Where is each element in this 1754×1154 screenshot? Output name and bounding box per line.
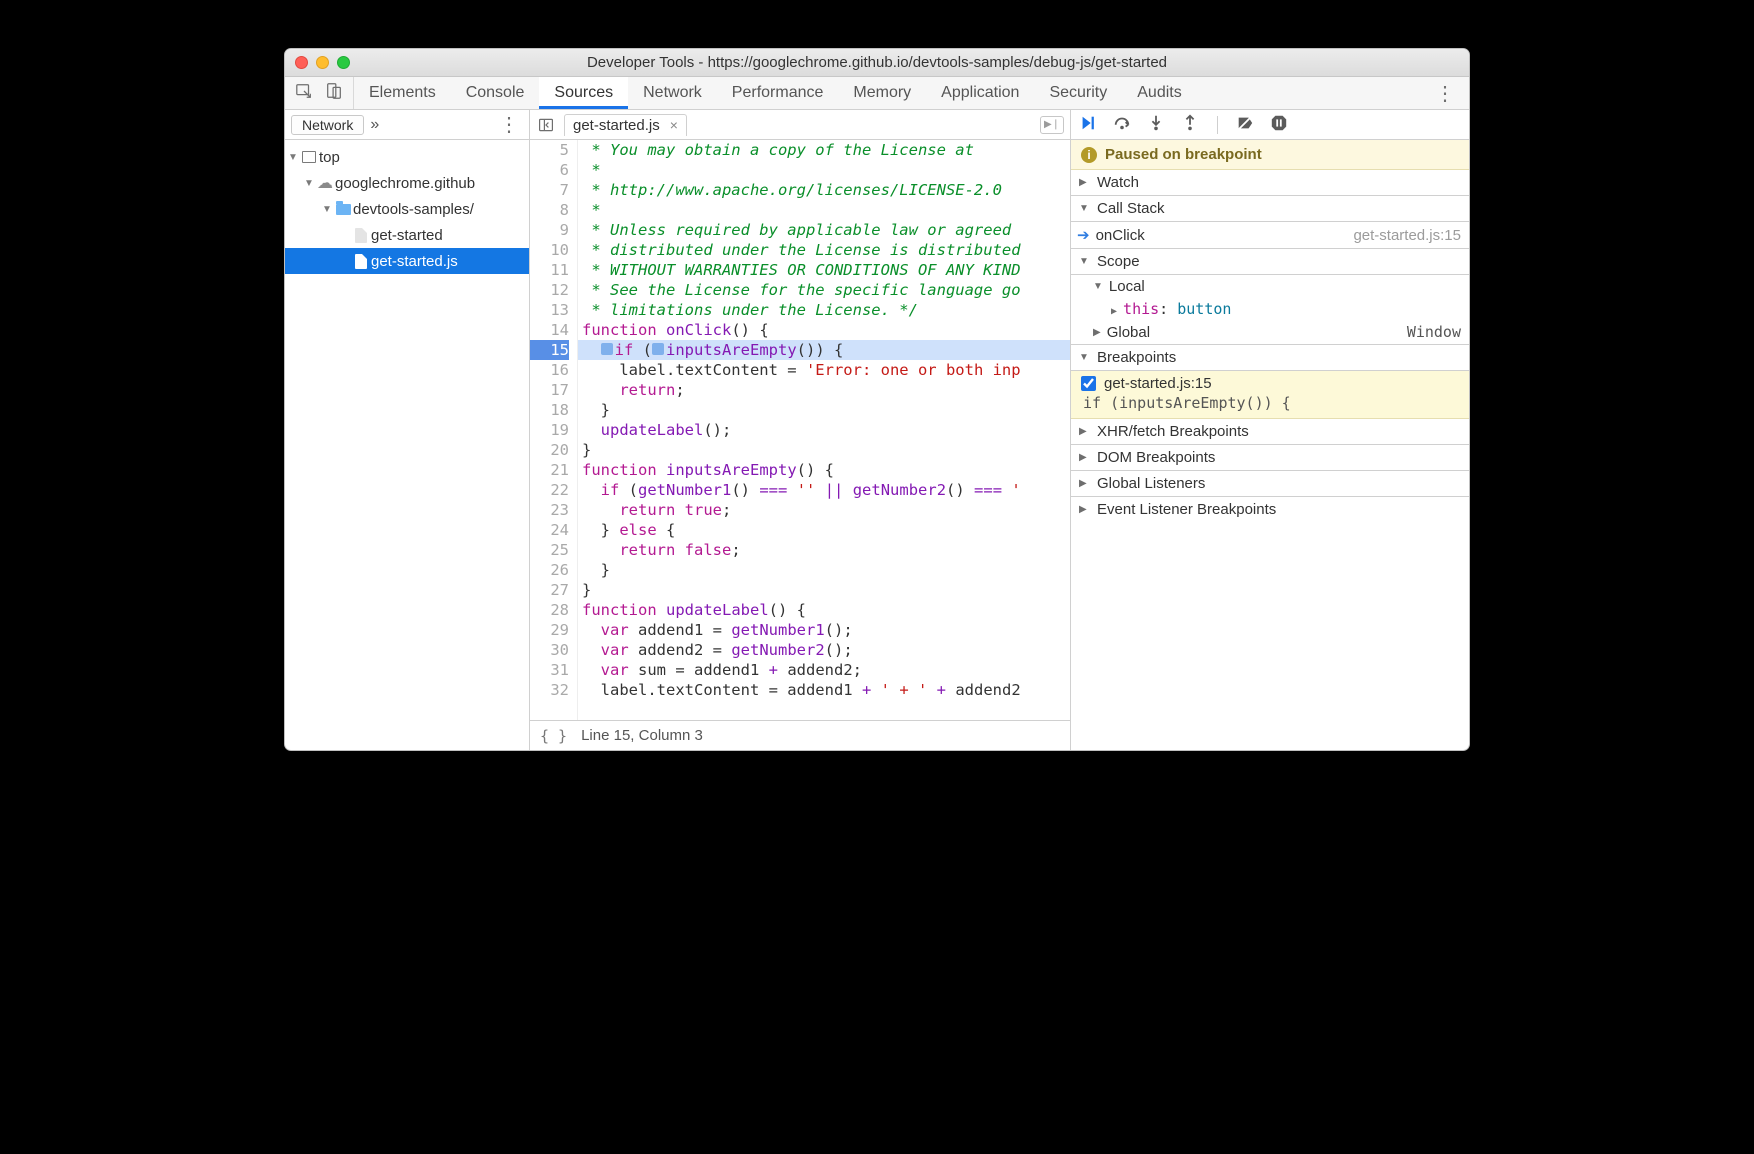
code-line[interactable]: * bbox=[578, 160, 1070, 180]
tab-network[interactable]: Network bbox=[628, 77, 717, 109]
minimize-icon[interactable] bbox=[316, 56, 329, 69]
event-listener-breakpoints-section[interactable]: ▶Event Listener Breakpoints bbox=[1071, 497, 1469, 522]
callstack-section[interactable]: ▼Call Stack bbox=[1071, 196, 1469, 222]
device-icon[interactable] bbox=[325, 82, 343, 104]
navigator-menu-icon[interactable]: ⋮ bbox=[495, 112, 523, 137]
window-title: Developer Tools - https://googlechrome.g… bbox=[285, 54, 1469, 71]
step-into-icon[interactable] bbox=[1147, 114, 1165, 136]
navigator-pane: Network » ⋮ ▼ top ▼ googlechrome.github … bbox=[285, 110, 530, 750]
code-line[interactable]: } bbox=[578, 580, 1070, 600]
tab-audits[interactable]: Audits bbox=[1122, 77, 1196, 109]
watch-section[interactable]: ▶Watch bbox=[1071, 170, 1469, 196]
tree-folder[interactable]: ▼ devtools-samples/ bbox=[285, 196, 529, 222]
tab-security[interactable]: Security bbox=[1034, 77, 1122, 109]
code-line[interactable]: * You may obtain a copy of the License a… bbox=[578, 140, 1070, 160]
pause-exceptions-icon[interactable] bbox=[1270, 114, 1288, 136]
file-tab[interactable]: get-started.js × bbox=[564, 114, 687, 136]
resume-icon[interactable] bbox=[1079, 114, 1097, 136]
code-line[interactable]: function updateLabel() { bbox=[578, 600, 1070, 620]
code-line[interactable]: return false; bbox=[578, 540, 1070, 560]
deactivate-breakpoints-icon[interactable] bbox=[1236, 114, 1254, 136]
more-menu-icon[interactable]: ⋮ bbox=[1421, 77, 1469, 109]
main-tabbar: ElementsConsoleSourcesNetworkPerformance… bbox=[285, 77, 1469, 110]
code-line[interactable]: } bbox=[578, 400, 1070, 420]
scope-section[interactable]: ▼Scope bbox=[1071, 249, 1469, 275]
scope-this[interactable]: ▶ this: button bbox=[1071, 298, 1469, 320]
close-icon[interactable] bbox=[295, 56, 308, 69]
code-line[interactable]: * bbox=[578, 200, 1070, 220]
code-line[interactable]: return true; bbox=[578, 500, 1070, 520]
info-icon: i bbox=[1081, 147, 1097, 163]
close-tab-icon[interactable]: × bbox=[666, 117, 682, 133]
tree-file-html[interactable]: get-started bbox=[285, 222, 529, 248]
xhr-breakpoints-section[interactable]: ▶XHR/fetch Breakpoints bbox=[1071, 419, 1469, 445]
code-line[interactable]: } bbox=[578, 440, 1070, 460]
code-line[interactable]: * Unless required by applicable law or a… bbox=[578, 220, 1070, 240]
code-line[interactable]: var addend1 = getNumber1(); bbox=[578, 620, 1070, 640]
network-tab[interactable]: Network bbox=[291, 115, 364, 135]
tree-origin[interactable]: ▼ googlechrome.github bbox=[285, 170, 529, 196]
tab-elements[interactable]: Elements bbox=[354, 77, 451, 109]
dom-breakpoints-section[interactable]: ▶DOM Breakpoints bbox=[1071, 445, 1469, 471]
frame-icon bbox=[302, 151, 316, 163]
tab-application[interactable]: Application bbox=[926, 77, 1034, 109]
tab-performance[interactable]: Performance bbox=[717, 77, 839, 109]
editor-status: { } Line 15, Column 3 bbox=[530, 720, 1070, 750]
file-icon bbox=[355, 228, 367, 243]
pretty-print-icon[interactable]: { } bbox=[540, 727, 567, 745]
code-line[interactable]: function inputsAreEmpty() { bbox=[578, 460, 1070, 480]
editor-pane: get-started.js × ▶❘ 56789101112131415161… bbox=[530, 110, 1071, 750]
debugger-pane: i Paused on breakpoint ▶Watch ▼Call Stac… bbox=[1071, 110, 1469, 750]
file-tree: ▼ top ▼ googlechrome.github ▼ devtools-s… bbox=[285, 140, 529, 750]
maximize-icon[interactable] bbox=[337, 56, 350, 69]
code-line[interactable]: function onClick() { bbox=[578, 320, 1070, 340]
tab-console[interactable]: Console bbox=[451, 77, 540, 109]
callstack-frame[interactable]: ➔ onClick get-started.js:15 bbox=[1071, 222, 1469, 249]
devtools-window: Developer Tools - https://googlechrome.g… bbox=[284, 48, 1470, 751]
global-listeners-section[interactable]: ▶Global Listeners bbox=[1071, 471, 1469, 497]
tab-sources[interactable]: Sources bbox=[539, 77, 628, 109]
scope-local[interactable]: ▼Local bbox=[1071, 275, 1469, 298]
code-line[interactable]: if (getNumber1() === '' || getNumber2() … bbox=[578, 480, 1070, 500]
run-snippet-icon[interactable]: ▶❘ bbox=[1040, 116, 1064, 134]
code-line[interactable]: if (inputsAreEmpty()) { bbox=[578, 340, 1070, 360]
traffic-lights bbox=[295, 56, 350, 69]
code-line[interactable]: } bbox=[578, 560, 1070, 580]
code-line[interactable]: * distributed under the License is distr… bbox=[578, 240, 1070, 260]
code-line[interactable]: updateLabel(); bbox=[578, 420, 1070, 440]
code-line[interactable]: * See the License for the specific langu… bbox=[578, 280, 1070, 300]
toggle-navigator-icon[interactable] bbox=[536, 115, 556, 135]
paused-banner: i Paused on breakpoint bbox=[1071, 140, 1469, 170]
current-frame-icon: ➔ bbox=[1077, 226, 1090, 244]
tree-top[interactable]: ▼ top bbox=[285, 144, 529, 170]
cloud-icon bbox=[315, 173, 335, 193]
code-line[interactable]: * limitations under the License. */ bbox=[578, 300, 1070, 320]
code-line[interactable]: var addend2 = getNumber2(); bbox=[578, 640, 1070, 660]
code-line[interactable]: label.textContent = addend1 + ' + ' + ad… bbox=[578, 680, 1070, 700]
navigator-more[interactable]: » bbox=[370, 116, 379, 134]
step-over-icon[interactable] bbox=[1113, 114, 1131, 136]
tree-file-js[interactable]: get-started.js bbox=[285, 248, 529, 274]
folder-icon bbox=[336, 204, 351, 215]
inspect-icon[interactable] bbox=[295, 82, 313, 104]
scope-global[interactable]: ▶GlobalWindow bbox=[1071, 320, 1469, 345]
code-line[interactable]: } else { bbox=[578, 520, 1070, 540]
code-line[interactable]: * http://www.apache.org/licenses/LICENSE… bbox=[578, 180, 1070, 200]
code-line[interactable]: return; bbox=[578, 380, 1070, 400]
breakpoints-section[interactable]: ▼Breakpoints bbox=[1071, 345, 1469, 371]
code-line[interactable]: * WITHOUT WARRANTIES OR CONDITIONS OF AN… bbox=[578, 260, 1070, 280]
breakpoint-item[interactable]: get-started.js:15 if (inputsAreEmpty()) … bbox=[1071, 371, 1469, 419]
step-out-icon[interactable] bbox=[1181, 114, 1199, 136]
file-icon bbox=[355, 254, 367, 269]
code-line[interactable]: label.textContent = 'Error: one or both … bbox=[578, 360, 1070, 380]
tab-memory[interactable]: Memory bbox=[838, 77, 926, 109]
breakpoint-checkbox[interactable] bbox=[1081, 376, 1096, 391]
code-line[interactable]: var sum = addend1 + addend2; bbox=[578, 660, 1070, 680]
titlebar: Developer Tools - https://googlechrome.g… bbox=[285, 49, 1469, 77]
